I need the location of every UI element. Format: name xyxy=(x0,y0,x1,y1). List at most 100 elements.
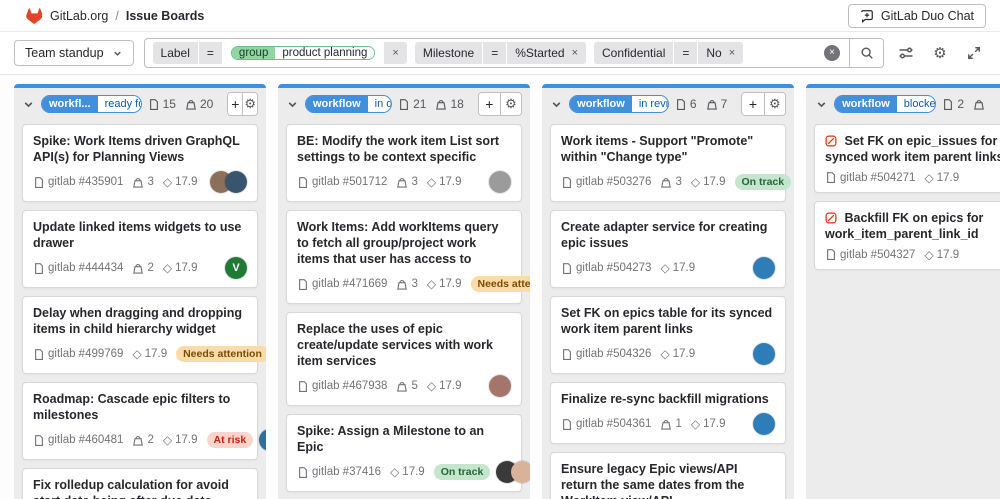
card-title-row: Ensure legacy Epic views/API return the … xyxy=(561,461,775,499)
issue-card[interactable]: Backfill FK on epics for work_item_paren… xyxy=(814,201,1000,270)
search-button[interactable] xyxy=(849,39,883,67)
column-settings-button[interactable]: ⚙ xyxy=(764,93,785,115)
avatar[interactable] xyxy=(259,429,266,451)
filter-token[interactable]: Milestone = %Started × xyxy=(415,42,586,64)
iteration-icon: ◇ xyxy=(691,418,700,430)
assignee-avatars[interactable] xyxy=(259,429,266,451)
status-badge: On track xyxy=(434,464,491,480)
toggle-focus-mode-button[interactable] xyxy=(962,41,986,65)
card-ref: gitlab #444434 xyxy=(33,262,123,275)
token-operator: = xyxy=(199,42,222,64)
board-settings-button[interactable]: ⚙ xyxy=(928,41,952,65)
issue-card[interactable]: Delay when dragging and dropping items i… xyxy=(22,296,258,374)
issue-card[interactable]: Spike: Assign a Milestone to an Epic git… xyxy=(286,414,522,492)
column-settings-button[interactable]: ⚙ xyxy=(500,93,521,115)
avatar[interactable] xyxy=(225,171,247,193)
card-ref-text: gitlab #501712 xyxy=(312,176,387,188)
column-header: workflow in review 6 7 + xyxy=(542,88,794,122)
avatar[interactable] xyxy=(753,413,775,435)
status-badge: On track xyxy=(735,174,792,190)
assignee-avatars[interactable] xyxy=(753,343,775,365)
card-title: Spike: Work Items driven GraphQL API(s) … xyxy=(33,134,240,164)
avatar[interactable] xyxy=(489,171,511,193)
assignee-avatars[interactable] xyxy=(489,171,511,193)
issue-card[interactable]: Create adapter service for creating epic… xyxy=(550,210,786,288)
card-ref: gitlab #504273 xyxy=(561,262,651,275)
weight-icon xyxy=(132,176,144,189)
issue-icon xyxy=(33,348,45,361)
assignee-avatars[interactable] xyxy=(753,257,775,279)
issue-card[interactable]: BE: Modify the work item List sort setti… xyxy=(286,124,522,202)
board-switcher-dropdown[interactable]: Team standup xyxy=(14,40,134,66)
clear-search-icon[interactable]: × xyxy=(824,45,840,61)
collapse-column-chevron-down-icon[interactable] xyxy=(286,96,299,112)
card-weight: 3 xyxy=(396,176,417,189)
card-iteration-value: 17.9 xyxy=(673,348,695,360)
add-issue-button[interactable]: + xyxy=(479,93,500,115)
add-issue-button[interactable]: + xyxy=(228,93,242,115)
issue-card[interactable]: Set FK on epic_issues for its synced wor… xyxy=(814,124,1000,193)
status-badge: At risk xyxy=(207,432,254,448)
token-close-icon[interactable]: × xyxy=(565,47,578,59)
card-title: Spike: Assign a Milestone to an Epic xyxy=(297,424,484,454)
token-close-icon[interactable]: × xyxy=(384,42,406,64)
avatar[interactable] xyxy=(753,257,775,279)
issue-card[interactable]: Replace the uses of epic create/update s… xyxy=(286,312,522,406)
assignee-avatars[interactable] xyxy=(210,171,247,193)
column-settings-button[interactable]: ⚙ xyxy=(242,93,257,115)
column-scoped-label: workflow blocked xyxy=(834,95,936,113)
iteration-icon: ◇ xyxy=(924,172,933,184)
collapse-column-chevron-down-icon[interactable] xyxy=(550,96,563,112)
card-iteration: ◇ 17.9 xyxy=(132,348,167,360)
collapse-column-chevron-down-icon[interactable] xyxy=(814,96,828,112)
issue-card[interactable]: Work items - Support "Promote" within "C… xyxy=(550,124,786,202)
filter-token[interactable]: Label = group product planning × xyxy=(153,42,407,64)
issue-card[interactable]: Finalize re-sync backfill migrations git… xyxy=(550,382,786,444)
iteration-icon: ◇ xyxy=(660,262,669,274)
column-header-buttons: + ⚙ xyxy=(227,92,258,116)
weight-icon xyxy=(185,98,197,111)
board-config-sliders-button[interactable] xyxy=(894,41,918,65)
assignee-avatars[interactable] xyxy=(496,461,530,483)
assignee-avatars[interactable] xyxy=(489,375,511,397)
assignee-avatars[interactable] xyxy=(753,413,775,435)
collapse-column-chevron-down-icon[interactable] xyxy=(22,96,35,112)
issue-card[interactable]: Spike: Work Items driven GraphQL API(s) … xyxy=(22,124,258,202)
token-close-icon[interactable]: × xyxy=(722,47,735,59)
card-title-row: Spike: Work Items driven GraphQL API(s) … xyxy=(33,133,247,165)
duo-chat-button[interactable]: GitLab Duo Chat xyxy=(848,4,986,28)
card-ref: gitlab #37416 xyxy=(297,466,381,479)
issue-card[interactable]: Roadmap: Cascade epic filters to milesto… xyxy=(22,382,258,460)
filtered-search-field[interactable]: Label = group product planning × Milesto… xyxy=(144,38,884,68)
issue-card[interactable]: Update linked items widgets to use drawe… xyxy=(22,210,258,288)
issue-card[interactable]: Ensure legacy Epic views/API return the … xyxy=(550,452,786,499)
card-iteration-value: 17.9 xyxy=(175,176,197,188)
breadcrumb-group-link[interactable]: GitLab.org xyxy=(50,9,108,23)
column-header: workflow blocked 2 + xyxy=(806,88,1000,122)
column-label-scope: workflow xyxy=(835,96,897,112)
issues-count-value: 15 xyxy=(163,97,176,111)
chevron-down-icon xyxy=(112,48,123,59)
avatar[interactable] xyxy=(489,375,511,397)
issue-card[interactable]: Fix rolledup calculation for avoid start… xyxy=(22,468,258,499)
issues-count: 15 xyxy=(148,97,176,111)
avatar[interactable] xyxy=(511,461,530,483)
board-column: workflow in dev 21 18 + xyxy=(278,84,530,499)
assignee-avatars[interactable]: V xyxy=(225,257,247,279)
filter-token[interactable]: Confidential = No × xyxy=(594,42,743,64)
avatar[interactable]: V xyxy=(225,257,247,279)
avatar[interactable] xyxy=(753,343,775,365)
card-title-row: Fix rolledup calculation for avoid start… xyxy=(33,477,247,499)
card-iteration-value: 17.9 xyxy=(703,176,725,188)
card-title: Set FK on epics table for its synced wor… xyxy=(561,306,772,336)
issue-card[interactable]: Set FK on epics table for its synced wor… xyxy=(550,296,786,374)
token-scope: group xyxy=(232,47,275,59)
issues-count-value: 21 xyxy=(413,97,426,111)
card-iteration: ◇ 17.9 xyxy=(660,262,695,274)
card-title-row: Finalize re-sync backfill migrations xyxy=(561,391,775,407)
card-weight-value: 3 xyxy=(147,176,153,188)
issue-card[interactable]: Work Items: Add workItems query to fetch… xyxy=(286,210,522,304)
add-issue-button[interactable]: + xyxy=(742,93,763,115)
card-iteration-value: 17.9 xyxy=(439,176,461,188)
issues-count: 6 xyxy=(675,97,697,111)
